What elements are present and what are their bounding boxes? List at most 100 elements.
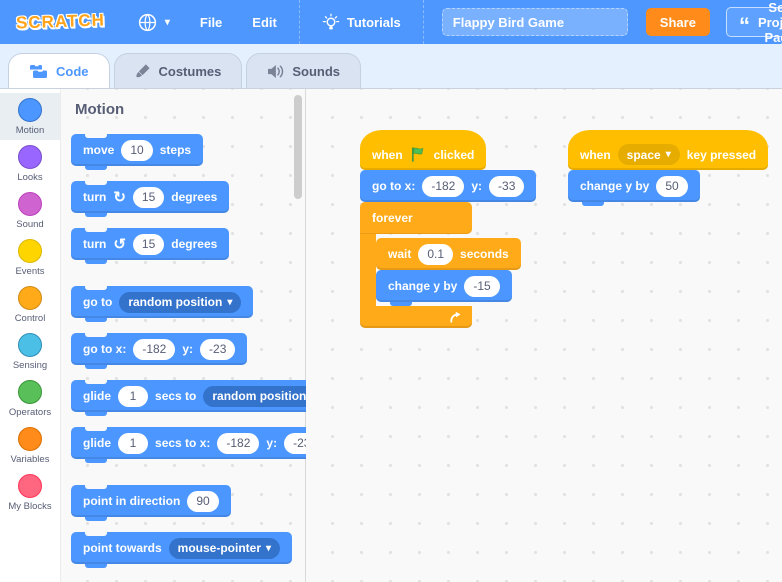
- tutorials-menu[interactable]: Tutorials: [310, 0, 413, 44]
- share-button[interactable]: Share: [646, 8, 710, 36]
- block-label: move: [83, 143, 114, 157]
- code-blocks-icon: [29, 64, 48, 79]
- sound-category-dot: [18, 192, 42, 216]
- block-glide-to-xy[interactable]: glide 1 secs to x: -182 y: -23: [71, 427, 331, 459]
- block-label: key pressed: [687, 148, 756, 162]
- tutorials-label: Tutorials: [347, 15, 401, 30]
- forever-block-body: wait 0.1 seconds change y by -15: [360, 234, 521, 306]
- number-input[interactable]: 10: [121, 140, 152, 161]
- turn-clockwise-icon: ↻: [113, 190, 126, 205]
- target-dropdown[interactable]: mouse-pointer ▾: [169, 538, 280, 559]
- block-change-y-by[interactable]: change y by -15: [376, 270, 512, 302]
- events-category-dot: [18, 239, 42, 263]
- motion-category-dot: [18, 98, 42, 122]
- menu-divider: [299, 0, 300, 44]
- chevron-down-icon: ▾: [666, 149, 671, 160]
- block-go-to-xy[interactable]: go to x: -182 y: -33: [360, 170, 536, 202]
- tab-code[interactable]: Code: [8, 53, 110, 88]
- block-change-y-by[interactable]: change y by 50: [568, 170, 700, 202]
- file-menu[interactable]: File: [188, 0, 234, 44]
- sidebar-item-my-blocks[interactable]: My Blocks: [0, 469, 60, 516]
- globe-icon: [137, 12, 158, 33]
- seconds-input[interactable]: 0.1: [418, 244, 453, 265]
- see-project-page-label: See Project Page: [758, 0, 782, 45]
- y-input[interactable]: -23: [200, 339, 235, 360]
- block-go-to-xy[interactable]: go to x: -182 y: -23: [71, 333, 247, 365]
- sidebar-item-looks[interactable]: Looks: [0, 140, 60, 187]
- tab-sounds-label: Sounds: [292, 64, 340, 79]
- block-move-steps[interactable]: move 10 steps: [71, 134, 203, 166]
- block-label: y:: [182, 342, 193, 356]
- sidebar-item-sound[interactable]: Sound: [0, 187, 60, 234]
- edit-menu[interactable]: Edit: [240, 0, 289, 44]
- secs-input[interactable]: 1: [118, 386, 148, 407]
- block-label: change y by: [580, 179, 649, 193]
- forever-block-header[interactable]: forever: [360, 202, 472, 234]
- sidebar-item-operators[interactable]: Operators: [0, 375, 60, 422]
- number-input[interactable]: 15: [133, 234, 164, 255]
- block-point-towards[interactable]: point towards mouse-pointer ▾: [71, 532, 292, 564]
- block-glide-to[interactable]: glide 1 secs to random position ▾: [71, 380, 337, 412]
- number-input[interactable]: 15: [133, 187, 164, 208]
- scripts-canvas[interactable]: when clicked go to x: -182 y: -33 foreve…: [306, 89, 782, 582]
- scratch-logo[interactable]: SCRATCH: [16, 10, 106, 33]
- x-input[interactable]: -182: [133, 339, 175, 360]
- language-selector[interactable]: ▾: [125, 0, 182, 44]
- see-project-page-button[interactable]: “ See Project Page: [726, 7, 782, 37]
- block-label: secs to x:: [155, 436, 210, 450]
- forever-block-footer[interactable]: [360, 306, 472, 328]
- direction-input[interactable]: 90: [187, 491, 218, 512]
- number-input[interactable]: -15: [464, 276, 499, 297]
- category-label: Sensing: [13, 360, 47, 371]
- block-label: point in direction: [83, 494, 180, 508]
- key-dropdown[interactable]: space ▾: [618, 144, 680, 165]
- block-when-flag-clicked[interactable]: when clicked: [360, 130, 486, 170]
- block-label: steps: [160, 143, 191, 157]
- x-input[interactable]: -182: [422, 176, 464, 197]
- tab-sounds[interactable]: Sounds: [246, 53, 361, 88]
- sidebar-item-control[interactable]: Control: [0, 281, 60, 328]
- top-menu-bar: SCRATCH ▾ File Edit Tutorials Share: [0, 0, 782, 44]
- tab-costumes[interactable]: Costumes: [114, 53, 243, 88]
- number-input[interactable]: 50: [656, 176, 687, 197]
- block-when-key-pressed[interactable]: when space ▾ key pressed: [568, 130, 768, 170]
- block-category-sidebar: Motion Looks Sound Events Control Sensin…: [0, 89, 61, 582]
- block-point-in-direction[interactable]: point in direction 90: [71, 485, 231, 517]
- project-title-input[interactable]: [442, 8, 628, 36]
- block-label: change y by: [388, 279, 457, 293]
- category-label: My Blocks: [8, 501, 51, 512]
- turn-counterclockwise-icon: ↺: [113, 237, 126, 252]
- category-label: Operators: [9, 407, 51, 418]
- category-label: Motion: [16, 125, 45, 136]
- block-label: degrees: [171, 190, 217, 204]
- sidebar-item-variables[interactable]: Variables: [0, 422, 60, 469]
- sidebar-item-motion[interactable]: Motion: [0, 93, 60, 140]
- block-forever[interactable]: forever wait 0.1 seconds change y by -15: [360, 202, 521, 328]
- dropdown-value: random position: [212, 389, 306, 403]
- x-input[interactable]: -182: [217, 433, 259, 454]
- tab-code-label: Code: [56, 64, 89, 79]
- secs-input[interactable]: 1: [118, 433, 148, 454]
- target-dropdown[interactable]: random position ▾: [119, 292, 241, 313]
- my-blocks-category-dot: [18, 474, 42, 498]
- green-flag-icon: [410, 146, 427, 163]
- sidebar-item-events[interactable]: Events: [0, 234, 60, 281]
- block-turn-counterclockwise[interactable]: turn ↺ 15 degrees: [71, 228, 229, 260]
- block-go-to[interactable]: go to random position ▾: [71, 286, 253, 318]
- menu-divider: [423, 0, 424, 44]
- palette-scrollbar[interactable]: [294, 95, 302, 199]
- block-turn-clockwise[interactable]: turn ↻ 15 degrees: [71, 181, 229, 213]
- block-label: glide: [83, 436, 111, 450]
- dropdown-value: space: [627, 148, 661, 162]
- speaker-icon: [267, 64, 284, 79]
- chevron-down-icon: ▾: [227, 297, 232, 308]
- category-label: Looks: [17, 172, 42, 183]
- y-input[interactable]: -33: [489, 176, 524, 197]
- flag-script-stack: when clicked go to x: -182 y: -33 foreve…: [360, 130, 536, 328]
- block-wait-seconds[interactable]: wait 0.1 seconds: [376, 238, 521, 270]
- sidebar-item-sensing[interactable]: Sensing: [0, 328, 60, 375]
- variables-category-dot: [18, 427, 42, 451]
- block-label: point towards: [83, 541, 162, 555]
- block-label: go to x:: [83, 342, 126, 356]
- category-label: Variables: [11, 454, 50, 465]
